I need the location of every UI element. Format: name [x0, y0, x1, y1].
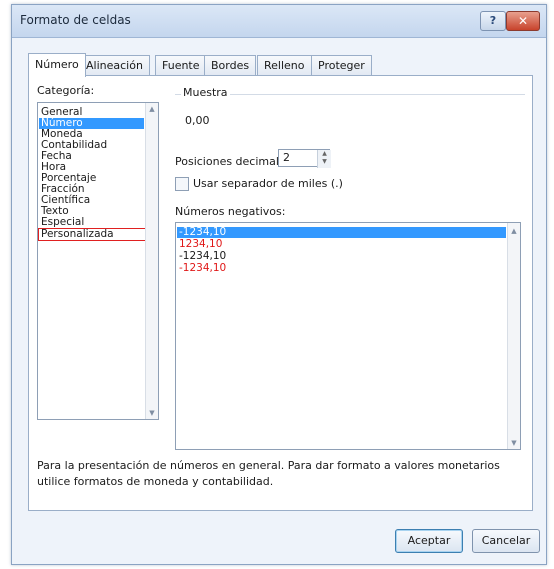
title-bar[interactable]: Formato de celdas ? ✕ — [12, 5, 546, 38]
thousands-separator-checkbox[interactable] — [175, 177, 189, 191]
negative-format-item-4[interactable]: -1234,10 — [177, 263, 506, 274]
sample-label: Muestra — [181, 86, 230, 99]
tab-bordes[interactable]: Bordes — [204, 55, 257, 75]
negative-format-item-1[interactable]: -1234,10 — [177, 227, 506, 238]
category-item-especial[interactable]: Especial — [39, 217, 144, 228]
sample-value: 0,00 — [185, 114, 210, 127]
scroll-up-icon[interactable]: ▲ — [508, 227, 520, 235]
tab-alineacion[interactable]: Alineación — [79, 55, 150, 75]
close-button[interactable]: ✕ — [506, 11, 540, 31]
negative-numbers-label: Números negativos: — [175, 205, 286, 218]
scroll-up-icon[interactable]: ▲ — [146, 105, 158, 113]
category-description: Para la presentación de números en gener… — [37, 459, 500, 488]
category-item-personalizada[interactable]: Personalizada — [38, 228, 153, 241]
cancel-button[interactable]: Cancelar — [472, 529, 540, 553]
tab-fuente[interactable]: Fuente — [155, 55, 207, 75]
sample-groupbox — [175, 94, 525, 135]
help-button[interactable]: ? — [480, 11, 506, 31]
category-label: Categoría: — [37, 84, 95, 97]
negative-numbers-scrollbar[interactable]: ▲ ▼ — [507, 223, 520, 449]
negative-format-item-3[interactable]: -1234,10 — [177, 251, 506, 262]
tab-proteger[interactable]: Proteger — [311, 55, 372, 75]
format-cells-dialog: Formato de celdas ? ✕ Número Alineación … — [11, 4, 547, 565]
ok-button[interactable]: Aceptar — [395, 529, 463, 553]
dialog-title: Formato de celdas — [20, 13, 131, 27]
negative-format-item-2[interactable]: 1234,10 — [177, 239, 506, 250]
scroll-down-icon[interactable]: ▼ — [508, 439, 520, 447]
scroll-down-icon[interactable]: ▼ — [146, 409, 158, 417]
negative-numbers-list[interactable]: -1234,10 1234,10 -1234,10 -1234,10 ▲ ▼ — [175, 222, 521, 450]
category-scrollbar[interactable]: ▲ ▼ — [145, 103, 158, 419]
tab-numero[interactable]: Número — [28, 53, 86, 77]
thousands-separator-label: Usar separador de miles (.) — [193, 177, 343, 190]
dialog-client-area: Número Alineación Fuente Bordes Relleno … — [18, 45, 540, 558]
category-list[interactable]: General Número Moneda Contabilidad Fecha… — [37, 102, 159, 420]
decimal-places-spinner[interactable]: ▲ ▼ — [317, 150, 331, 168]
tab-panel-numero: Categoría: General Número Moneda Contabi… — [28, 75, 533, 511]
tab-relleno[interactable]: Relleno — [257, 55, 312, 75]
